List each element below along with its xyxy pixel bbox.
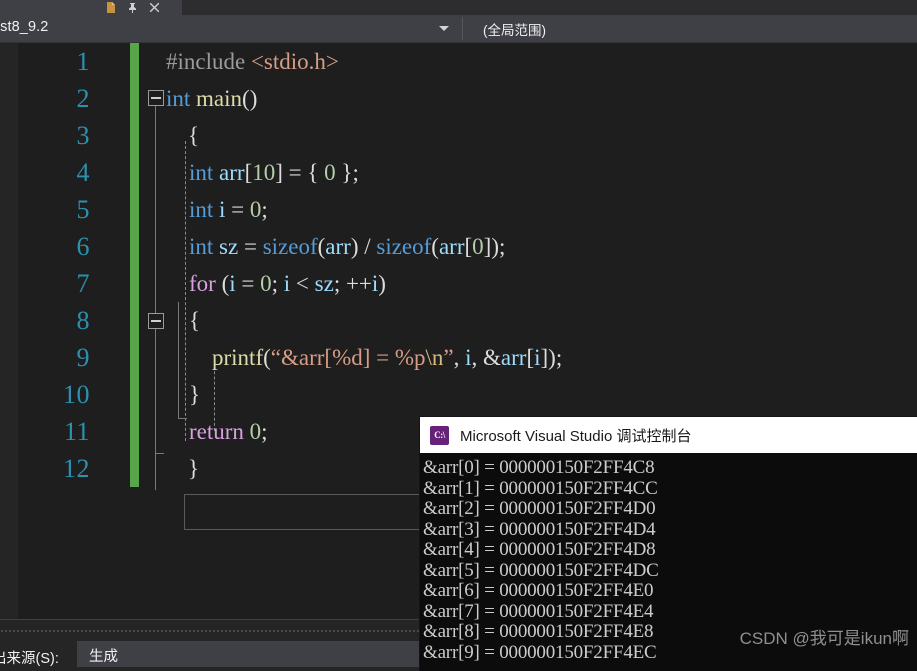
code-line[interactable]: 2 int main() — [18, 80, 917, 117]
line-number: 4 — [76, 158, 90, 187]
document-tab-strip — [0, 0, 917, 15]
console-line: &arr[3] = 000000150F2FF4D4 — [423, 518, 656, 540]
code-text: #include <stdio.h> — [166, 49, 339, 74]
file-scope-label: est8_9.2 — [0, 19, 49, 35]
line-number: 12 — [63, 454, 90, 483]
document-icon — [106, 2, 116, 13]
console-line: &arr[4] = 000000150F2FF4D8 — [423, 539, 656, 560]
console-line: &arr[7] = 000000150F2FF4E4 — [423, 600, 654, 622]
code-line[interactable]: 8 { — [18, 302, 917, 339]
code-text: for (i = 0; i < sz; ++i) — [166, 271, 386, 296]
chevron-down-icon — [439, 26, 449, 31]
document-tab-active[interactable] — [0, 0, 182, 15]
line-number: 6 — [76, 232, 90, 261]
code-line[interactable]: 7 for (i = 0; i < sz; ++i) — [18, 265, 917, 302]
watermark: CSDN @我可是ikun啊 — [739, 629, 909, 648]
line-number: 10 — [63, 380, 90, 409]
code-text: int i = 0; — [166, 197, 268, 222]
navigation-bar: est8_9.2 (全局范围) — [0, 15, 917, 43]
file-scope-dropdown[interactable]: est8_9.2 — [0, 15, 461, 42]
output-source-label: 出来源(S): — [0, 651, 59, 667]
console-line: &arr[6] = 000000150F2FF4E0 — [423, 580, 654, 601]
code-text: printf(“&arr[%d] = %p\n”, i, &arr[i]); — [166, 345, 563, 370]
visual-studio-window: est8_9.2 (全局范围) — [0, 0, 917, 671]
code-text: { — [188, 123, 200, 148]
console-line: &arr[2] = 000000150F2FF4D0 — [423, 498, 656, 519]
code-line[interactable]: 9 printf(“&arr[%d] = %p\n”, i, &arr[i]); — [18, 339, 917, 376]
output-source-value: 生成 — [89, 649, 118, 665]
code-text: int sz = sizeof(arr) / sizeof(arr[0]); — [166, 234, 506, 259]
code-text: return 0; — [166, 419, 268, 444]
code-line[interactable]: 3 { — [18, 117, 917, 154]
output-pane-toolbar: 出来源(S): 生成 — [0, 641, 420, 671]
console-line: &arr[0] = 000000150F2FF4C8 — [423, 457, 655, 478]
code-text: { — [166, 308, 201, 333]
code-line[interactable]: 1 #include <stdio.h> — [18, 43, 917, 80]
console-line: &arr[1] = 000000150F2FF4CC — [423, 477, 658, 499]
code-text: int main() — [166, 86, 258, 111]
code-line[interactable]: 5 int i = 0; — [18, 191, 917, 228]
line-number: 9 — [76, 343, 90, 372]
line-number: 2 — [76, 84, 90, 113]
member-scope-dropdown[interactable]: (全局范围) — [463, 15, 917, 42]
code-text: } — [166, 382, 201, 407]
console-title-bar[interactable]: C:\ Microsoft Visual Studio 调试控制台 — [420, 417, 917, 453]
current-line-indicator — [184, 494, 429, 530]
code-text: int arr[10] = { 0 }; — [166, 160, 359, 185]
code-line[interactable]: 4 int arr[10] = { 0 }; — [18, 154, 917, 191]
console-title-text: Microsoft Visual Studio 调试控制台 — [460, 427, 692, 445]
editor-left-margin — [0, 43, 18, 619]
line-number: 11 — [63, 417, 90, 446]
code-line[interactable]: 10 } — [18, 376, 917, 413]
close-icon[interactable] — [149, 2, 160, 13]
console-line: &arr[5] = 000000150F2FF4DC — [423, 559, 659, 581]
line-number: 1 — [76, 47, 90, 76]
line-number: 7 — [76, 269, 90, 298]
output-source-dropdown[interactable]: 生成 — [77, 641, 420, 667]
line-number: 5 — [76, 195, 90, 224]
code-line[interactable]: 6 int sz = sizeof(arr) / sizeof(arr[0]); — [18, 228, 917, 265]
line-number: 8 — [76, 306, 90, 335]
code-text: } — [188, 456, 200, 481]
member-scope-label: (全局范围) — [483, 23, 546, 38]
console-app-icon: C:\ — [430, 425, 449, 445]
line-number: 3 — [76, 121, 90, 150]
splitter-grip[interactable] — [0, 629, 420, 633]
pane-splitter[interactable] — [0, 619, 420, 642]
pin-icon[interactable] — [127, 2, 138, 13]
